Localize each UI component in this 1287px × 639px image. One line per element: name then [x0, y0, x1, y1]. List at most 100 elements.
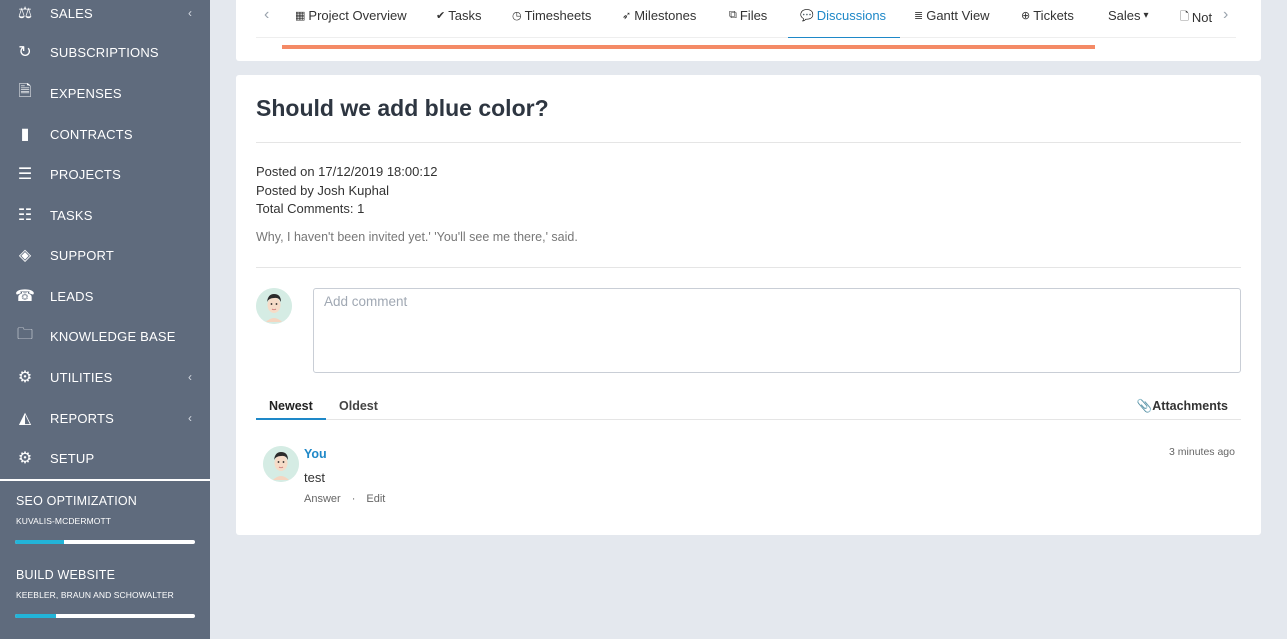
- answer-link[interactable]: Answer: [304, 493, 341, 505]
- project-progress-fill: [15, 540, 64, 544]
- attachments-button[interactable]: 📎Attachments: [1137, 399, 1228, 414]
- sidebar-item-tasks[interactable]: ☷ TASKS: [0, 195, 210, 235]
- project-client: KEEBLER, BRAUN AND SCHOWALTER: [16, 590, 174, 600]
- comment-avatar: [263, 446, 299, 482]
- discussion-description: Why, I haven't been invited yet.' 'You'l…: [256, 230, 578, 244]
- project-tabs-panel: ‹ ▦ Project Overview ✔ Tasks ◷ Timesheet…: [236, 0, 1261, 61]
- comment-icon: 💬: [800, 10, 814, 22]
- tab-discussions[interactable]: 💬 Discussions: [800, 8, 886, 23]
- sort-oldest-tab[interactable]: Oldest: [339, 399, 378, 413]
- active-tab-indicator: [788, 37, 900, 38]
- th-icon: ▦: [295, 10, 306, 22]
- sidebar-item-label: LEADS: [50, 288, 94, 304]
- comment-input[interactable]: [313, 288, 1241, 373]
- scroll-right-arrow-icon[interactable]: ›: [1223, 6, 1228, 24]
- avatar: [256, 288, 292, 324]
- comment-author[interactable]: You: [304, 447, 327, 461]
- project-name: BUILD WEBSITE: [16, 568, 116, 582]
- comment-actions: Answer · Edit: [304, 493, 385, 505]
- sidebar-item-setup[interactable]: ⚙ SETUP: [0, 438, 210, 478]
- paperclip-icon: 📎: [1136, 399, 1153, 413]
- chevron-left-icon: ‹: [188, 6, 192, 20]
- tasks-icon: ☷: [17, 207, 33, 224]
- file-text-icon: 🗎: [18, 82, 32, 100]
- sidebar-item-label: CONTRACTS: [50, 126, 133, 142]
- active-sort-indicator: [256, 418, 326, 420]
- tab-project-overview[interactable]: ▦ Project Overview: [295, 8, 407, 23]
- chevron-left-icon: ‹: [188, 370, 192, 384]
- sidebar-item-label: SETUP: [50, 450, 95, 466]
- area-chart-icon: ◭: [18, 410, 32, 427]
- rocket-icon: ➶: [622, 10, 632, 22]
- check-circle-icon: ✔: [436, 10, 446, 22]
- sidebar-item-utilities[interactable]: ⚙ UTILITIES ‹: [0, 357, 210, 397]
- sidebar-item-contracts[interactable]: ▮ CONTRACTS: [0, 114, 210, 154]
- ticket-icon: ◈: [18, 247, 32, 264]
- tab-label: Gantt View: [926, 8, 990, 23]
- sidebar-item-label: KNOWLEDGE BASE: [50, 328, 176, 344]
- tab-label: Sales: [1108, 8, 1141, 23]
- sort-tabs-divider: [256, 419, 1241, 420]
- discussion-title: Should we add blue color?: [256, 95, 549, 121]
- sidebar-item-support[interactable]: ◈ SUPPORT: [0, 235, 210, 275]
- sidebar-item-leads[interactable]: ☎ LEADS: [0, 276, 210, 316]
- sidebar-item-sales[interactable]: ⚖ SALES ‹: [0, 0, 210, 33]
- project-progress-fill: [15, 614, 57, 618]
- discussion-panel: Should we add blue color? Posted on 17/1…: [236, 75, 1261, 535]
- sidebar-item-label: TASKS: [50, 207, 93, 223]
- sidebar-item-label: SUPPORT: [50, 247, 115, 263]
- sidebar-item-knowledge-base[interactable]: 🗀 KNOWLEDGE BASE: [0, 316, 210, 356]
- sidebar-item-label: REPORTS: [50, 410, 115, 426]
- project-client: KUVALIS-MCDERMOTT: [16, 516, 112, 526]
- comment-text: test: [304, 470, 325, 485]
- tab-tickets[interactable]: ⊕ Tickets: [1021, 8, 1074, 23]
- bars-icon: ☰: [17, 166, 33, 183]
- tab-sales-dropdown[interactable]: Sales ▾: [1108, 8, 1149, 23]
- cog-icon: ⚙: [17, 450, 33, 467]
- sidebar-divider: [0, 479, 210, 481]
- posted-on: Posted on 17/12/2019 18:00:12: [256, 164, 438, 179]
- tab-label: Milestones: [634, 8, 697, 23]
- sidebar-item-subscriptions[interactable]: ↻ SUBSCRIPTIONS: [0, 32, 210, 72]
- tab-timesheets[interactable]: ◷ Timesheets: [512, 8, 591, 23]
- tabs-scroll-progress: [282, 45, 1096, 49]
- sidebar-item-projects[interactable]: ☰ PROJECTS: [0, 154, 210, 194]
- project-name: SEO OPTIMIZATION: [16, 494, 138, 508]
- edit-link[interactable]: Edit: [366, 493, 385, 505]
- sidebar-item-label: SUBSCRIPTIONS: [50, 44, 159, 60]
- file-icon: ▮: [20, 126, 30, 143]
- caret-down-icon: ▾: [1143, 10, 1149, 21]
- posted-by: Posted by Josh Kuphal: [256, 183, 389, 198]
- scale-icon: ⚖: [17, 5, 33, 22]
- tab-label: Not: [1191, 10, 1213, 25]
- sidebar-item-label: SALES: [50, 5, 93, 21]
- user-avatar-icon: [263, 446, 299, 482]
- scroll-left-arrow-icon[interactable]: ‹: [264, 6, 269, 24]
- sidebar-item-label: UTILITIES: [50, 369, 113, 385]
- tab-gantt-view[interactable]: ≣ Gantt View: [914, 8, 990, 23]
- tab-notes[interactable]: 🗋 Not: [1180, 8, 1224, 27]
- comment-timestamp: 3 minutes ago: [1169, 446, 1235, 458]
- folder-open-icon: 🗀: [16, 325, 33, 343]
- attachments-label: Attachments: [1152, 399, 1228, 413]
- project-progress-bar: [15, 540, 195, 544]
- tab-label: Project Overview: [308, 8, 407, 23]
- divider: [256, 142, 1241, 143]
- sidebar-item-reports[interactable]: ◭ REPORTS ‹: [0, 398, 210, 438]
- tab-label: Files: [739, 8, 768, 23]
- project-progress-bar: [15, 614, 195, 618]
- life-ring-icon: ⊕: [1021, 10, 1031, 22]
- sidebar-item-label: PROJECTS: [50, 166, 121, 182]
- clock-icon: ◷: [512, 10, 522, 22]
- tab-milestones[interactable]: ➶ Milestones: [622, 8, 696, 23]
- tab-label: Timesheets: [524, 8, 592, 23]
- comment-textarea[interactable]: [314, 289, 1240, 372]
- sidebar: ⚖ SALES ‹ ↻ SUBSCRIPTIONS 🗎 EXPENSES ▮ C…: [0, 0, 210, 639]
- phone-icon: ☎: [15, 288, 35, 305]
- align-left-icon: ≣: [914, 10, 924, 22]
- sidebar-item-label: EXPENSES: [50, 85, 122, 101]
- sidebar-item-expenses[interactable]: 🗎 EXPENSES: [0, 73, 210, 113]
- tab-files[interactable]: ⧉ Files: [729, 8, 767, 23]
- sort-newest-tab[interactable]: Newest: [269, 399, 313, 413]
- tab-tasks[interactable]: ✔ Tasks: [436, 8, 481, 23]
